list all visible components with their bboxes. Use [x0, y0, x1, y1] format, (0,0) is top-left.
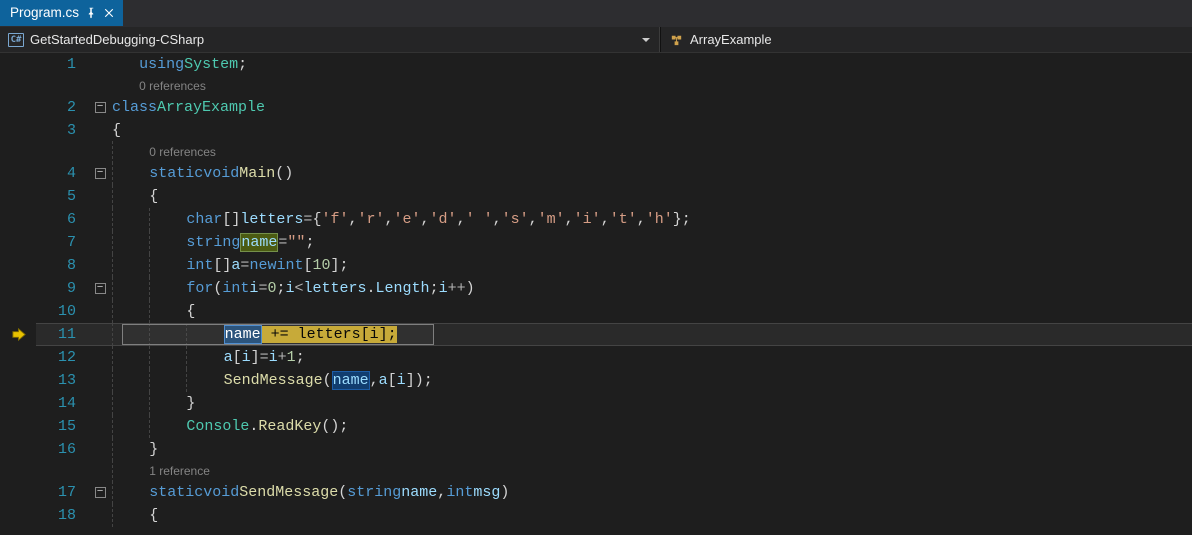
code-line[interactable]: 15 Console.ReadKey();: [0, 415, 1192, 438]
line-number: 10: [36, 303, 90, 320]
line-number: 18: [36, 507, 90, 524]
code-line[interactable]: 12 a[i] = i + 1;: [0, 346, 1192, 369]
code-line[interactable]: 10 {: [0, 300, 1192, 323]
codelens[interactable]: 0 references: [0, 142, 1192, 162]
line-number: 14: [36, 395, 90, 412]
line-number: 2: [36, 99, 90, 116]
code-line[interactable]: 7 string name = "";: [0, 231, 1192, 254]
nav-project-label: GetStartedDebugging-CSharp: [30, 32, 204, 47]
tab-title: Program.cs: [10, 5, 79, 20]
line-number: 8: [36, 257, 90, 274]
code-line-current[interactable]: 11 name += letters[i];: [0, 323, 1192, 346]
fold-toggle[interactable]: −: [95, 102, 106, 113]
code-line[interactable]: 13 SendMessage(name, a[i]);: [0, 369, 1192, 392]
line-number: 13: [36, 372, 90, 389]
line-number: 11: [36, 326, 90, 343]
line-number: 1: [36, 56, 90, 73]
code-line[interactable]: 5 {: [0, 185, 1192, 208]
symbol-highlight-reference: name: [332, 371, 370, 390]
nav-member-dropdown[interactable]: ArrayExample: [660, 27, 1192, 52]
glyph-margin[interactable]: [0, 53, 36, 76]
code-editor[interactable]: 1 using System; 0 references 2 − class A…: [0, 53, 1192, 535]
file-tab-program[interactable]: Program.cs: [0, 0, 123, 26]
fold-toggle[interactable]: −: [95, 168, 106, 179]
code-line[interactable]: 14 }: [0, 392, 1192, 415]
code-line[interactable]: 18 {: [0, 504, 1192, 527]
execution-highlight: name += letters[i];: [224, 326, 397, 343]
code-line[interactable]: 2 − class ArrayExample: [0, 96, 1192, 119]
code-line[interactable]: 16 }: [0, 438, 1192, 461]
line-number: 4: [36, 165, 90, 182]
line-number: 12: [36, 349, 90, 366]
nav-member-label: ArrayExample: [690, 32, 772, 47]
code-line[interactable]: 6 char[] letters = { 'f', 'r', 'e', 'd',…: [0, 208, 1192, 231]
line-number: 6: [36, 211, 90, 228]
codelens[interactable]: 0 references: [0, 76, 1192, 96]
symbol-highlight-definition: name: [240, 233, 278, 252]
code-line[interactable]: 17 − static void SendMessage(string name…: [0, 481, 1192, 504]
code-line[interactable]: 9 − for (int i = 0; i < letters.Length; …: [0, 277, 1192, 300]
line-number: 3: [36, 122, 90, 139]
class-icon: [669, 32, 684, 47]
execution-pointer-icon: [11, 327, 26, 342]
tab-strip: Program.cs: [0, 0, 1192, 27]
codelens-label: 0 references: [139, 79, 206, 93]
codelens-label: 1 reference: [149, 464, 210, 478]
code-line[interactable]: 1 using System;: [0, 53, 1192, 76]
line-number: 5: [36, 188, 90, 205]
code-line[interactable]: 8 int[] a = new int[10];: [0, 254, 1192, 277]
csharp-icon: C#: [8, 33, 24, 47]
glyph-margin[interactable]: [0, 323, 36, 346]
code-line[interactable]: 4 − static void Main(): [0, 162, 1192, 185]
close-icon[interactable]: [103, 7, 115, 19]
fold-toggle[interactable]: −: [95, 487, 106, 498]
line-number: 15: [36, 418, 90, 435]
line-number: 7: [36, 234, 90, 251]
line-number: 17: [36, 484, 90, 501]
navigation-bar: C# GetStartedDebugging-CSharp ArrayExamp…: [0, 27, 1192, 53]
codelens-label: 0 references: [149, 145, 216, 159]
line-number: 16: [36, 441, 90, 458]
nav-project-dropdown[interactable]: C# GetStartedDebugging-CSharp: [0, 27, 660, 52]
code-line[interactable]: 3 {: [0, 119, 1192, 142]
fold-toggle[interactable]: −: [95, 283, 106, 294]
chevron-down-icon: [641, 35, 651, 45]
line-number: 9: [36, 280, 90, 297]
codelens[interactable]: 1 reference: [0, 461, 1192, 481]
pin-icon[interactable]: [85, 7, 97, 19]
